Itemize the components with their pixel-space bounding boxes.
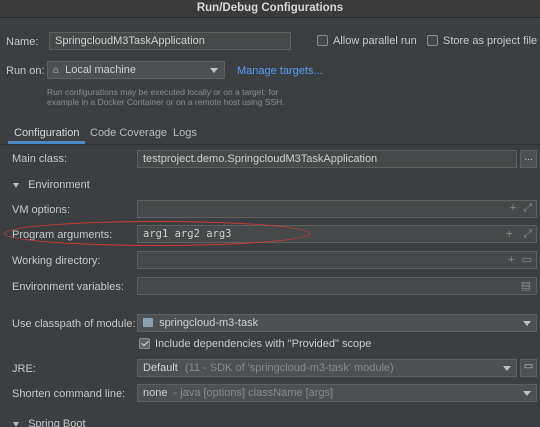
folder-icon: ▭ (523, 361, 534, 372)
jre-detail: (11 - SDK of 'springcloud-m3-task' modul… (184, 362, 394, 374)
working-dir-input[interactable]: + ▭ (137, 251, 537, 269)
tab-configuration[interactable]: Configuration (8, 124, 86, 144)
name-input[interactable]: SpringcloudM3TaskApplication (49, 32, 291, 50)
environment-section-toggle[interactable]: Environment (13, 179, 90, 191)
classpath-label: Use classpath of module: (12, 318, 136, 330)
program-args-value: arg1 arg2 arg3 (143, 228, 232, 240)
expand-icons[interactable]: + ⤢ (506, 227, 532, 241)
run-on-hint-line2: example in a Docker Container or on a re… (47, 97, 285, 107)
manage-targets-link[interactable]: Manage targets... (237, 65, 323, 77)
shorten-detail: - java [options] className [args] (173, 387, 334, 399)
include-provided-label: Include dependencies with "Provided" sco… (155, 338, 372, 350)
working-dir-label: Working directory: (12, 255, 101, 267)
chevron-down-icon (523, 321, 531, 326)
vm-options-label: VM options: (12, 204, 71, 216)
title-bar: Run/Debug Configurations (0, 0, 540, 18)
spring-boot-section-toggle[interactable]: Spring Boot (13, 418, 86, 427)
tab-logs[interactable]: Logs (173, 124, 197, 144)
shorten-value: none (143, 387, 168, 399)
program-args-label: Program arguments: (12, 229, 113, 241)
shorten-dropdown[interactable]: none - java [options] className [args] (137, 384, 537, 402)
spring-boot-header: Spring Boot (28, 418, 86, 427)
run-on-hint-line1: Run configurations may be executed local… (47, 87, 279, 97)
jre-folder-button[interactable]: ▭ (520, 359, 537, 377)
tab-code-coverage[interactable]: Code Coverage (90, 124, 167, 144)
add-icon[interactable]: + (510, 202, 516, 214)
add-icon[interactable]: + (508, 254, 514, 266)
store-as-file-checkbox[interactable] (427, 35, 438, 46)
classpath-module-dropdown[interactable]: springcloud-m3-task (137, 314, 537, 332)
tab-divider (0, 144, 540, 145)
run-on-target: Local machine (65, 64, 137, 76)
main-class-label: Main class: (12, 153, 68, 165)
chevron-down-icon (523, 391, 531, 396)
environment-header: Environment (28, 179, 90, 191)
expand-icons[interactable]: + ⤢ (510, 202, 532, 215)
chevron-down-icon (503, 366, 511, 371)
env-vars-input[interactable]: ▤ (137, 277, 537, 295)
allow-parallel-checkbox[interactable] (317, 35, 328, 46)
main-class-input[interactable]: testproject.demo.SpringcloudM3TaskApplic… (137, 150, 517, 168)
expand-icon[interactable]: ⤢ (523, 227, 532, 240)
expand-icon[interactable]: ⤢ (523, 202, 532, 214)
jre-dropdown[interactable]: Default (11 - SDK of 'springcloud-m3-tas… (137, 359, 517, 377)
name-label: Name: (6, 36, 39, 48)
module-icon (143, 318, 153, 327)
classpath-module-value: springcloud-m3-task (159, 317, 259, 329)
browse-main-class-button[interactable]: ... (520, 150, 537, 168)
chevron-down-icon (210, 68, 218, 73)
vm-options-input[interactable]: + ⤢ (137, 200, 537, 218)
include-provided-checkbox[interactable] (139, 338, 150, 349)
chevron-down-icon (13, 422, 19, 427)
jre-label: JRE: (12, 363, 36, 375)
working-dir-icons[interactable]: + ▭ (508, 253, 532, 266)
shorten-label: Shorten command line: (12, 388, 126, 400)
jre-value: Default (143, 362, 178, 374)
run-on-label: Run on: (6, 65, 45, 77)
chevron-down-icon (13, 183, 19, 188)
env-vars-label: Environment variables: (12, 281, 124, 293)
folder-icon[interactable]: ▭ (522, 254, 532, 266)
add-icon[interactable]: + (506, 227, 513, 240)
window-title: Run/Debug Configurations (196, 2, 344, 14)
run-on-hint: Run configurations may be executed local… (47, 87, 285, 107)
home-icon: ⌂ (53, 65, 60, 76)
store-as-file-label: Store as project file (443, 35, 538, 47)
edit-env-icon[interactable]: ▤ (521, 279, 531, 292)
allow-parallel-label: Allow parallel run (333, 35, 417, 47)
run-on-dropdown[interactable]: ⌂ Local machine (47, 61, 225, 79)
program-args-input[interactable]: arg1 arg2 arg3 + ⤢ (137, 225, 537, 243)
